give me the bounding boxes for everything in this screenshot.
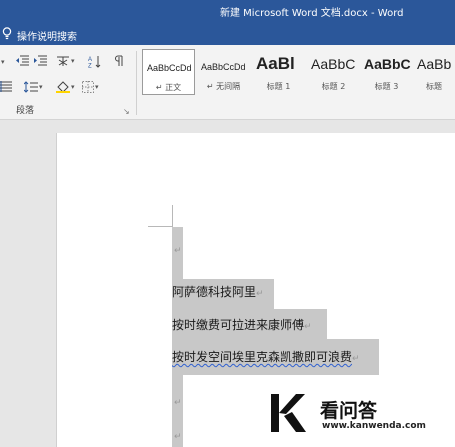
increase-indent-button[interactable]: [33, 53, 47, 69]
style-name: 标题 3: [374, 82, 399, 91]
style-preview: AaBbCcDd: [201, 62, 246, 72]
margin-crop-mark: [172, 205, 173, 227]
style-name: 标题: [426, 82, 442, 91]
paragraph-settings-launcher[interactable]: ↘: [123, 107, 130, 116]
paragraph-mark: ↵: [256, 289, 264, 299]
paragraph-mark: ↵: [174, 398, 182, 408]
svg-text:A: A: [88, 57, 92, 63]
paragraph[interactable]: 按时发空间埃里克森凯撒即可浪费↵: [172, 348, 360, 365]
svg-text:Z: Z: [88, 63, 92, 68]
increase-indent-icon: [34, 55, 47, 66]
style-name: 标题 2: [321, 82, 346, 91]
watermark-title: 看问答: [320, 400, 378, 422]
watermark-url: www.kanwenda.com: [322, 421, 426, 431]
style-normal[interactable]: AaBbCcDd ↵ 正文: [142, 49, 195, 95]
paragraph-mark: ↵: [352, 354, 360, 364]
decrease-indent-button[interactable]: [15, 53, 29, 69]
paragraph-group: ▾ ▾ A Z ▾ ▾ ▾ 段落 ↘: [0, 45, 135, 120]
justify-button[interactable]: [0, 79, 12, 95]
paragraph[interactable]: 阿萨德科技阿里↵: [172, 283, 264, 300]
paragraph-mark: ↵: [174, 246, 182, 256]
style-name: ↵ 正文: [155, 83, 182, 92]
style-name: ↵ 无间隔: [206, 82, 241, 91]
ribbon: ▾ ▾ A Z ▾ ▾ ▾ 段落 ↘ AaBbCcDd ↵ 正文 AaBbCcD…: [0, 45, 455, 120]
style-heading-2[interactable]: AaBbC 标题 2: [307, 49, 360, 95]
show-hide-marks-button[interactable]: [114, 53, 124, 69]
list-dropdown-caret[interactable]: ▾: [0, 54, 5, 70]
paragraph-mark: ↵: [304, 322, 312, 332]
justify-icon: [0, 81, 12, 92]
paragraph-mark-icon: [115, 55, 123, 66]
paragraph-text: 阿萨德科技阿里: [172, 285, 257, 299]
title-bar: 新建 Microsoft Word 文档.docx - Word: [0, 0, 455, 22]
style-no-spacing[interactable]: AaBbCcDd ↵ 无间隔: [197, 49, 250, 95]
chinese-layout-icon: [57, 56, 69, 66]
paint-bucket-icon: [56, 81, 70, 93]
sort-button[interactable]: A Z: [88, 53, 102, 69]
style-heading-3[interactable]: AaBbC 标题 3: [360, 49, 413, 95]
paragraph[interactable]: 按时缴费可拉进来康师傅↵: [172, 316, 312, 333]
site-watermark: 看问答 www.kanwenda.com: [268, 392, 448, 440]
sort-icon: A Z: [88, 55, 101, 68]
paragraph-text: 按时缴费可拉进来康师傅: [172, 318, 305, 332]
line-spacing-icon: [24, 81, 38, 93]
paragraph-text: 按时发空间埃里克森凯撒即可浪费: [172, 350, 353, 364]
borders-icon: [82, 81, 94, 93]
chinese-layout-button[interactable]: ▾: [56, 53, 75, 69]
borders-button[interactable]: ▾: [82, 79, 99, 95]
style-heading-1[interactable]: AaBl 标题 1: [252, 49, 305, 95]
group-divider: [136, 51, 137, 115]
style-preview: AaBb: [417, 56, 452, 72]
styles-gallery: AaBbCcDd ↵ 正文 AaBbCcDd ↵ 无间隔 AaBl 标题 1 A…: [140, 49, 455, 97]
style-preview: AaBbC: [311, 56, 356, 72]
window-title: 新建 Microsoft Word 文档.docx - Word: [220, 8, 404, 19]
lightbulb-icon: [2, 27, 12, 40]
style-preview: AaBl: [256, 54, 295, 73]
margin-crop-mark: [148, 226, 172, 227]
shading-button[interactable]: ▾: [56, 79, 75, 95]
style-title[interactable]: AaBb 标题: [413, 49, 455, 95]
paragraph-mark: ↵: [174, 432, 182, 442]
style-name: 标题 1: [266, 82, 291, 91]
paragraph-group-label: 段落: [16, 106, 35, 116]
tell-me-bar[interactable]: 操作说明搜索: [0, 22, 455, 45]
style-preview: AaBbCcDd: [147, 63, 192, 73]
tell-me-search-label[interactable]: 操作说明搜索: [17, 28, 77, 43]
style-preview: AaBbC: [364, 56, 411, 72]
decrease-indent-icon: [16, 55, 29, 66]
line-spacing-button[interactable]: ▾: [24, 79, 43, 95]
kanwenda-logo-icon: [271, 394, 306, 432]
